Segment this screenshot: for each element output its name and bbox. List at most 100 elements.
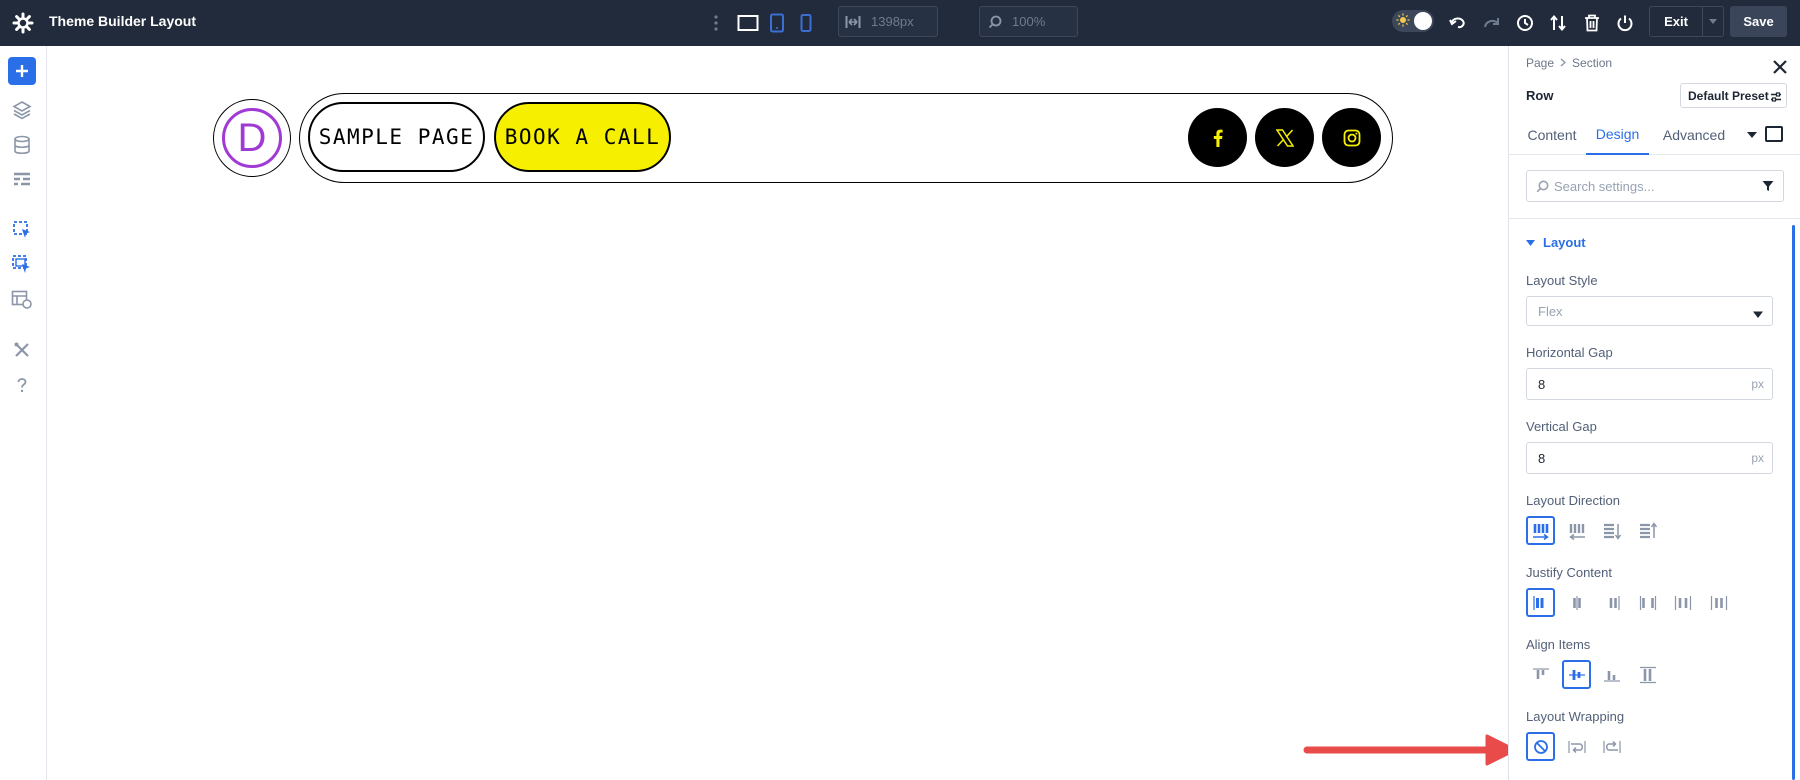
justify-space-around-icon[interactable] [1668,588,1697,617]
builder-canvas[interactable]: D SAMPLE PAGE BOOK A CALL [47,46,1508,780]
vertical-gap-input[interactable]: 8 px [1526,442,1773,474]
zoom-field[interactable]: 100% [979,6,1078,37]
database-icon[interactable] [10,133,34,157]
redo-icon[interactable] [1479,10,1505,36]
history-icon[interactable] [1512,10,1538,36]
help-icon[interactable] [10,373,34,397]
preset-settings-icon [1771,91,1781,102]
top-toolbar: Theme Builder Layout 1398px 100% Exit Sa… [0,0,1800,46]
panel-tabs: Content Design Advanced [1509,114,1800,155]
tab-advanced[interactable]: Advanced [1657,114,1731,155]
multi-select-icon[interactable] [10,253,34,277]
layout-style-value: Flex [1538,303,1563,319]
select-chevron-icon [1753,307,1763,318]
power-icon[interactable] [1612,10,1638,36]
settings-panel: Page Section Row Default Preset Content … [1508,46,1800,780]
desktop-view-icon[interactable] [735,10,761,36]
more-vertical-icon[interactable] [706,10,726,36]
vertical-gap-unit[interactable]: px [1751,451,1764,465]
close-icon[interactable] [1771,58,1789,76]
exit-button[interactable]: Exit [1649,6,1703,37]
left-sidebar [0,46,47,780]
undo-icon[interactable] [1445,10,1471,36]
justify-content-label: Justify Content [1526,565,1612,580]
justify-content-options [1526,588,1736,618]
book-a-call-button[interactable]: BOOK A CALL [494,102,671,172]
wrap-icon[interactable] [1562,732,1591,761]
toggle-knob [1414,12,1432,30]
breadcrumb-chevron-icon [1560,56,1567,70]
header-row[interactable]: SAMPLE PAGE BOOK A CALL [299,93,1393,183]
annotation-arrow [1303,733,1523,767]
justify-space-between-icon[interactable] [1633,588,1662,617]
no-wrap-icon[interactable] [1526,732,1555,761]
tab-design[interactable]: Design [1586,114,1649,155]
add-element-button[interactable] [8,57,36,85]
sort-arrows-icon[interactable] [1545,10,1571,36]
layout-group-title: Layout [1543,235,1586,250]
save-button[interactable]: Save [1730,6,1787,37]
expand-panel-icon[interactable] [1765,126,1783,142]
horizontal-gap-label: Horizontal Gap [1526,345,1613,360]
tab-content[interactable]: Content [1523,114,1581,155]
canvas-width-field[interactable]: 1398px [838,6,938,37]
align-end-icon[interactable] [1597,660,1626,689]
justify-center-icon[interactable] [1562,588,1591,617]
template-settings-icon[interactable] [10,288,34,312]
settings-search-input[interactable]: Search settings... [1526,170,1784,202]
justify-start-icon[interactable] [1526,588,1555,617]
tablet-view-icon[interactable] [764,10,790,36]
justify-end-icon[interactable] [1597,588,1626,617]
horizontal-gap-input[interactable]: 8 px [1526,368,1773,400]
breadcrumb-section[interactable]: Section [1572,56,1612,70]
search-icon [1536,180,1549,193]
settings-gear-icon[interactable] [11,11,35,35]
direction-column-icon[interactable] [1597,516,1626,545]
element-title: Row [1526,88,1554,103]
preset-label: Default Preset [1688,88,1769,103]
exit-dropdown-chevron-icon[interactable] [1703,6,1724,37]
layout-group-header[interactable]: Layout [1526,235,1586,250]
preset-dropdown[interactable]: Default Preset [1680,83,1787,108]
breadcrumb-page[interactable]: Page [1526,56,1554,70]
layout-direction-options [1526,516,1666,546]
select-element-icon[interactable] [10,218,34,242]
tools-icon[interactable] [10,338,34,362]
search-placeholder: Search settings... [1554,178,1655,194]
width-arrows-icon [845,14,861,33]
justify-space-evenly-icon[interactable] [1704,588,1733,617]
logo-letter: D [237,116,267,160]
direction-row-icon[interactable] [1526,516,1555,545]
layout-wrapping-options [1526,732,1631,762]
filter-icon[interactable] [1762,180,1774,192]
site-logo[interactable]: D [213,99,291,177]
logo-mark: D [222,108,282,168]
align-stretch-icon[interactable] [1633,660,1662,689]
layout-direction-label: Layout Direction [1526,493,1620,508]
layout-style-select[interactable]: Flex [1526,296,1773,326]
x-twitter-icon[interactable] [1255,108,1314,167]
layout-blocks-icon[interactable] [10,168,34,192]
collapse-caret-icon [1526,235,1535,250]
theme-toggle[interactable] [1392,10,1434,32]
facebook-icon[interactable] [1188,108,1247,167]
zoom-value: 100% [1012,14,1046,29]
horizontal-gap-unit[interactable]: px [1751,377,1764,391]
mobile-view-icon[interactable] [793,10,819,36]
instagram-icon[interactable] [1322,108,1381,167]
tabs-more-chevron-icon[interactable] [1746,128,1758,140]
align-items-label: Align Items [1526,637,1591,652]
align-center-icon[interactable] [1562,660,1591,689]
panel-scrollbar[interactable] [1792,225,1795,780]
direction-row-reverse-icon[interactable] [1562,516,1591,545]
panel-divider [1509,218,1800,219]
layout-wrapping-label: Layout Wrapping [1526,709,1625,724]
layers-icon[interactable] [10,98,34,122]
align-items-options [1526,660,1666,690]
trash-icon[interactable] [1579,10,1605,36]
wrap-reverse-icon[interactable] [1597,732,1626,761]
canvas-width-value: 1398px [871,14,914,29]
align-start-icon[interactable] [1526,660,1555,689]
sample-page-button[interactable]: SAMPLE PAGE [308,102,485,172]
direction-column-reverse-icon[interactable] [1633,516,1662,545]
